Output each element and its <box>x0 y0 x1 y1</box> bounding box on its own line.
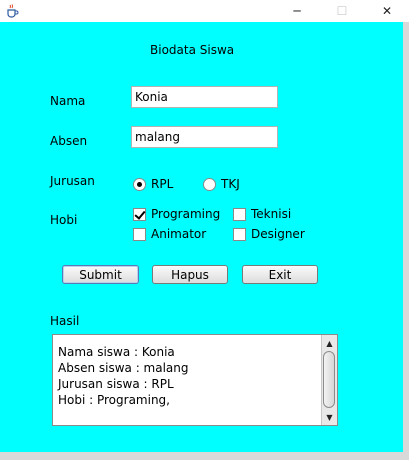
exit-button[interactable]: Exit <box>242 265 318 284</box>
hasil-scrollbar[interactable]: ▲ ▼ <box>321 335 337 425</box>
radio-rpl-label: RPL <box>151 177 174 191</box>
checkbox-animator-label: Animator <box>151 227 207 241</box>
scrollbar-thumb[interactable] <box>323 351 335 408</box>
window-titlebar: ─ ☐ ✕ <box>0 0 409 22</box>
checkbox-animator[interactable]: Animator <box>133 227 206 241</box>
submit-button[interactable]: Submit <box>62 265 139 284</box>
radio-rpl-indicator[interactable] <box>133 177 146 191</box>
hasil-line-jurusan: Jurusan siswa : RPL <box>58 377 174 391</box>
minimize-button[interactable]: ─ <box>282 0 312 22</box>
java-cup-icon <box>7 4 19 18</box>
jurusan-label: Jurusan <box>50 174 95 188</box>
absen-input[interactable] <box>131 126 278 148</box>
checkbox-teknisi-indicator[interactable] <box>233 207 246 221</box>
maximize-button[interactable]: ☐ <box>327 0 357 22</box>
checkbox-programing-indicator[interactable] <box>133 207 146 221</box>
window-bottom-edge <box>0 452 409 460</box>
hasil-line-nama: Nama siswa : Konia <box>58 345 175 359</box>
radio-tkj-indicator[interactable] <box>203 177 216 191</box>
hasil-text: Nama siswa : Konia Absen siswa : malang … <box>58 344 189 408</box>
checkbox-teknisi-label: Teknisi <box>251 207 292 221</box>
nama-input[interactable] <box>131 86 278 108</box>
hasil-label: Hasil <box>50 314 80 328</box>
absen-label: Absen <box>50 134 88 148</box>
hobi-label: Hobi <box>50 213 78 227</box>
radio-rpl[interactable]: RPL <box>133 177 173 191</box>
radio-tkj-label: TKJ <box>221 177 240 191</box>
hasil-line-hobi: Hobi : Programing, <box>58 393 170 407</box>
checkbox-designer[interactable]: Designer <box>233 227 305 241</box>
window-right-edge <box>403 22 409 452</box>
checkbox-designer-indicator[interactable] <box>233 227 246 241</box>
scroll-up-icon[interactable]: ▲ <box>322 336 337 350</box>
close-button[interactable]: ✕ <box>372 0 402 22</box>
scroll-down-icon[interactable]: ▼ <box>322 410 337 424</box>
hasil-line-absen: Absen siswa : malang <box>58 361 189 375</box>
hasil-textarea[interactable]: Nama siswa : Konia Absen siswa : malang … <box>52 334 338 426</box>
checkbox-programing[interactable]: Programing <box>133 207 220 221</box>
checkbox-animator-indicator[interactable] <box>133 227 146 241</box>
checkbox-teknisi[interactable]: Teknisi <box>233 207 291 221</box>
form-title: Biodata Siswa <box>150 43 235 57</box>
radio-tkj[interactable]: TKJ <box>203 177 240 191</box>
hapus-button[interactable]: Hapus <box>152 265 228 284</box>
checkbox-designer-label: Designer <box>251 227 305 241</box>
checkbox-programing-label: Programing <box>151 207 221 221</box>
nama-label: Nama <box>50 94 86 108</box>
